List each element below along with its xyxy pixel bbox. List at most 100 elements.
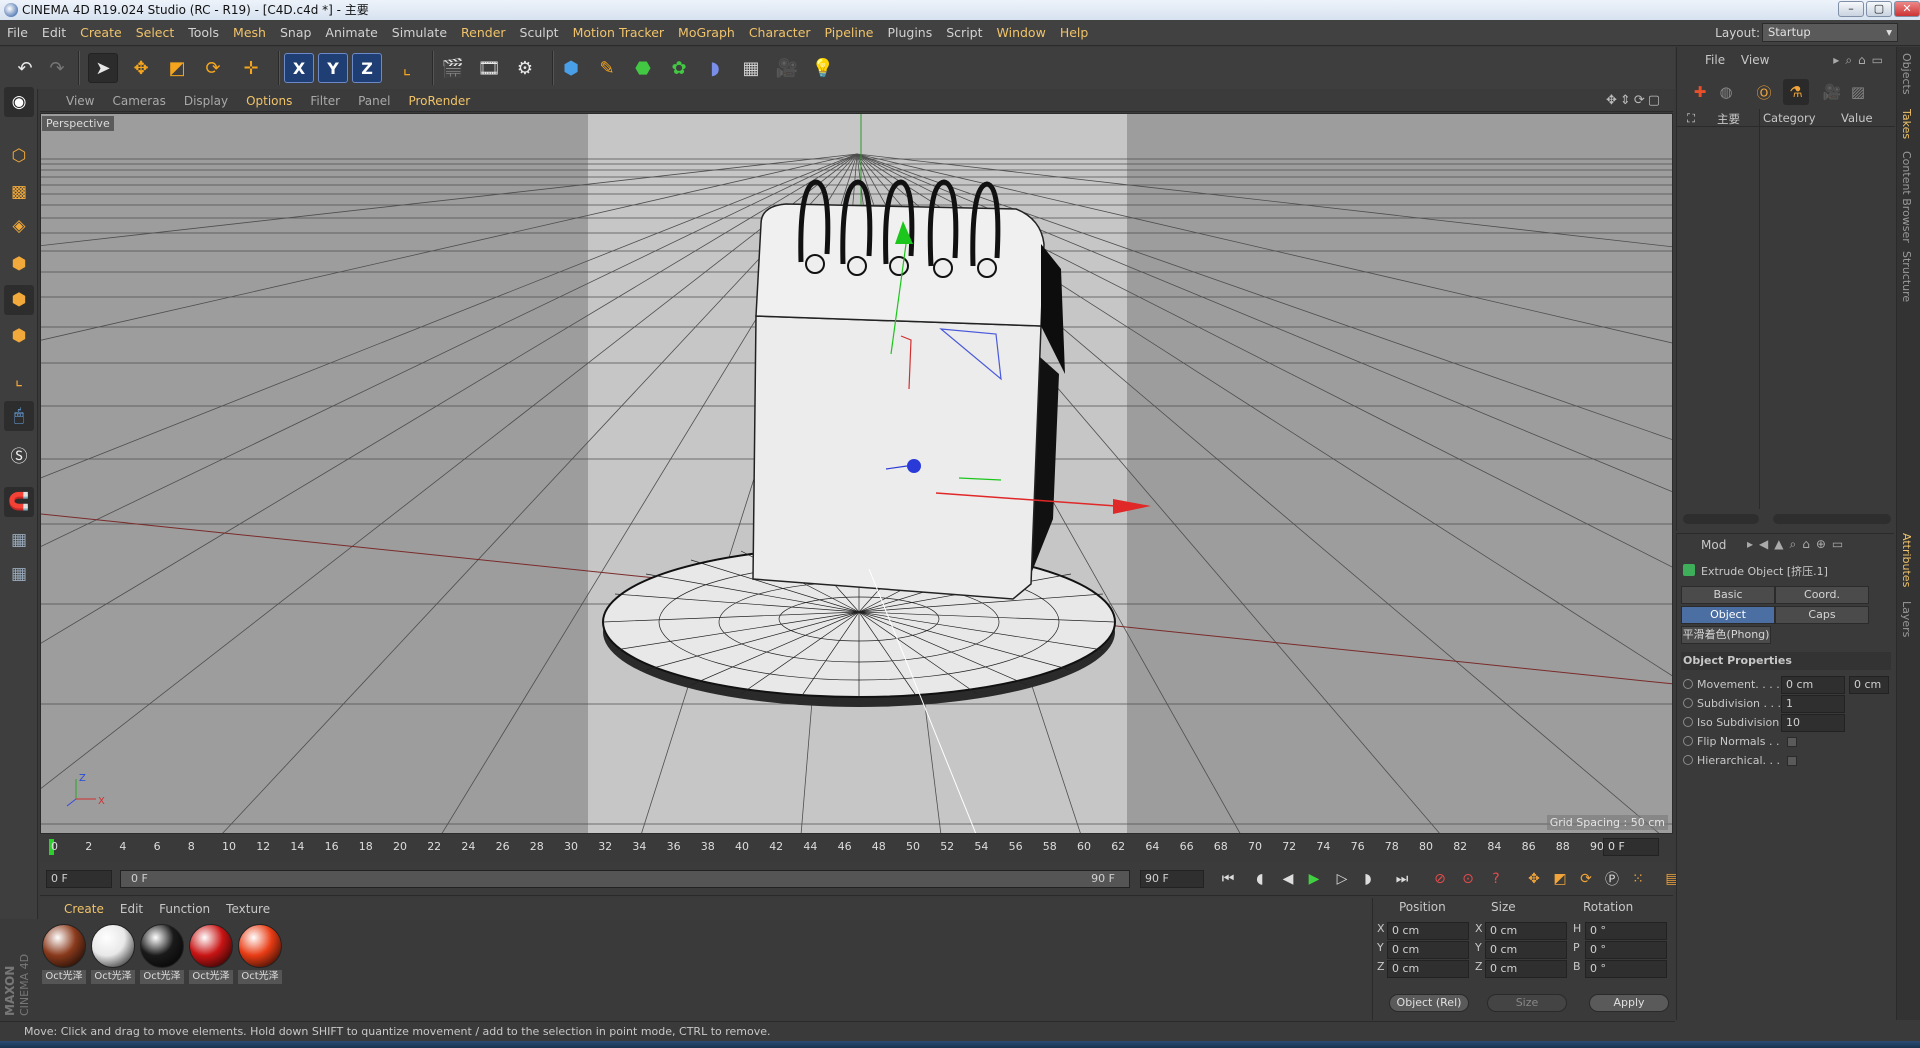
record-active-objects-icon[interactable]: ⊘ xyxy=(1428,868,1452,890)
lathe-icon[interactable]: ◍ xyxy=(1713,79,1739,105)
menu-character[interactable]: Character xyxy=(742,20,818,46)
property-checkbox[interactable] xyxy=(1787,737,1797,747)
position-field[interactable]: 0 cm xyxy=(1387,922,1469,940)
object-menu-view[interactable]: View xyxy=(1741,53,1769,67)
animate-toggle-icon[interactable] xyxy=(1683,717,1693,727)
pen-spline-icon[interactable]: ✎ xyxy=(592,53,622,83)
tab-basic[interactable]: Basic xyxy=(1681,586,1775,604)
rotation-field[interactable]: 0 ° xyxy=(1585,941,1667,959)
position-field[interactable]: 0 cm xyxy=(1387,960,1469,978)
next-key-icon[interactable]: ◗ xyxy=(1356,868,1380,890)
viewport-menu-filter[interactable]: Filter xyxy=(301,90,349,112)
viewport-menu-options[interactable]: Options xyxy=(237,90,301,112)
deformer-icon[interactable]: ◗ xyxy=(700,53,730,83)
cloner-icon[interactable]: ✿ xyxy=(664,53,694,83)
model-mode-icon[interactable]: ⬡ xyxy=(4,141,34,171)
horizontal-scrollbar-right[interactable] xyxy=(1773,514,1891,524)
apply-button[interactable]: Apply xyxy=(1589,994,1669,1012)
side-tab-structure[interactable]: Structure xyxy=(1900,251,1913,302)
menu-mograph[interactable]: MoGraph xyxy=(671,20,742,46)
menu-create[interactable]: Create xyxy=(73,20,129,46)
tab-coord[interactable]: Coord. xyxy=(1775,586,1869,604)
previous-frame-icon[interactable]: ◀ xyxy=(1276,868,1300,890)
x-axis-lock-icon[interactable]: X xyxy=(284,53,314,83)
side-tab-attributes[interactable]: Attributes xyxy=(1900,533,1913,587)
rotate-tool-icon[interactable]: ⟳ xyxy=(198,53,228,83)
menu-snap[interactable]: Snap xyxy=(273,20,318,46)
record-position-icon[interactable]: ✥ xyxy=(1522,868,1546,890)
make-editable-icon[interactable]: ◉ xyxy=(4,87,34,117)
side-tab-content-browser[interactable]: Content Browser xyxy=(1900,151,1913,243)
render-picture-viewer-icon[interactable]: 🎞 xyxy=(474,53,504,83)
attribute-nav-icons[interactable]: ▸◀▲⌕⌂⊕▭ xyxy=(1747,537,1849,552)
undo-icon[interactable]: ↶ xyxy=(10,53,40,83)
size-field[interactable]: 0 cm xyxy=(1485,922,1567,940)
menu-motion-tracker[interactable]: Motion Tracker xyxy=(566,20,671,46)
z-axis-handle[interactable] xyxy=(907,459,921,473)
viewport-menu-display[interactable]: Display xyxy=(175,90,237,112)
symmetry-icon[interactable]: ▦ xyxy=(4,559,34,589)
menu-animate[interactable]: Animate xyxy=(318,20,384,46)
material-menu-edit[interactable]: Edit xyxy=(112,898,151,920)
go-to-start-icon[interactable]: ⏮ xyxy=(1216,868,1240,890)
material-swatch[interactable]: Oct光泽 xyxy=(42,924,86,986)
viewport-menu-prorender[interactable]: ProRender xyxy=(399,90,479,112)
property-value-field[interactable]: 10 xyxy=(1781,714,1845,732)
floor-icon[interactable]: ▦ xyxy=(736,53,766,83)
menu-simulate[interactable]: Simulate xyxy=(385,20,454,46)
texture-mode-icon[interactable]: ▩ xyxy=(4,177,34,207)
menu-mesh[interactable]: Mesh xyxy=(226,20,273,46)
autokeying-icon[interactable]: ⊙ xyxy=(1456,868,1480,890)
points-mode-icon[interactable]: ⬢ xyxy=(4,249,34,279)
timeline-ruler[interactable]: 0 2 4 6 8 10 12 14 16 18 20 22 24 26 28 30 32 34 36 38 40 42 4… xyxy=(40,836,1673,860)
y-axis-lock-icon[interactable]: Y xyxy=(318,53,348,83)
play-icon[interactable]: ▶ xyxy=(1302,868,1326,890)
symmetry-object-icon[interactable]: ▨ xyxy=(1845,79,1871,105)
loft-icon[interactable]: ⚗ xyxy=(1783,79,1809,105)
edges-mode-icon[interactable]: ⬢ xyxy=(4,285,34,315)
menu-script[interactable]: Script xyxy=(939,20,989,46)
previous-key-icon[interactable]: ◖ xyxy=(1248,868,1272,890)
menu-sculpt[interactable]: Sculpt xyxy=(513,20,566,46)
menu-render[interactable]: Render xyxy=(454,20,513,46)
snap-icon[interactable]: 🧲 xyxy=(4,487,34,517)
minimize-button[interactable]: – xyxy=(1838,1,1864,17)
material-swatch[interactable]: Oct光泽 xyxy=(189,924,233,986)
scale-tool-icon[interactable]: ◩ xyxy=(162,53,192,83)
record-scale-icon[interactable]: ◩ xyxy=(1548,868,1572,890)
menu-tools[interactable]: Tools xyxy=(181,20,226,46)
viewport-menu-cameras[interactable]: Cameras xyxy=(103,90,174,112)
cube-primitive-icon[interactable]: ⬢ xyxy=(556,53,586,83)
side-tab-takes[interactable]: Takes xyxy=(1900,109,1913,139)
menu-file[interactable]: File xyxy=(0,20,35,46)
viewport-navigation-icons[interactable]: ✥⇕⟳▢ xyxy=(1606,93,1663,108)
redo-icon[interactable]: ↷ xyxy=(42,53,72,83)
material-menu-function[interactable]: Function xyxy=(151,898,218,920)
close-button[interactable]: ✕ xyxy=(1894,1,1920,17)
current-frame-field[interactable]: 0 F xyxy=(1603,838,1659,856)
next-frame-icon[interactable]: ▷ xyxy=(1330,868,1354,890)
tab-object[interactable]: Object xyxy=(1681,606,1775,624)
menu-help[interactable]: Help xyxy=(1053,20,1096,46)
menu-window[interactable]: Window xyxy=(990,20,1053,46)
material-swatch[interactable]: Oct光泽 xyxy=(140,924,184,986)
property-value-field[interactable]: 0 cm xyxy=(1781,676,1845,694)
horizontal-scrollbar-left[interactable] xyxy=(1683,514,1759,524)
animate-toggle-icon[interactable] xyxy=(1683,698,1693,708)
camera-icon[interactable]: 🎥 xyxy=(772,53,802,83)
sweep-icon[interactable]: Ⓞ xyxy=(1751,79,1777,105)
property-value-field[interactable]: 1 xyxy=(1781,695,1845,713)
record-rotation-icon[interactable]: ⟳ xyxy=(1574,868,1598,890)
light-icon[interactable]: 💡 xyxy=(808,53,838,83)
3d-viewport[interactable]: Z X Grid Spacing : 50 cm xyxy=(40,113,1673,834)
property-checkbox[interactable] xyxy=(1787,756,1797,766)
boole-icon[interactable]: 🎥 xyxy=(1819,79,1845,105)
subdivision-surface-icon[interactable]: ⬣ xyxy=(628,53,658,83)
menu-plugins[interactable]: Plugins xyxy=(880,20,939,46)
material-menu-create[interactable]: Create xyxy=(40,898,112,920)
polygons-mode-icon[interactable]: ⬢ xyxy=(4,321,34,351)
axis-mode-icon[interactable]: ⌞ xyxy=(4,365,34,395)
maximize-button[interactable]: ▢ xyxy=(1866,1,1892,17)
position-field[interactable]: 0 cm xyxy=(1387,941,1469,959)
workplane-lock-icon[interactable]: ▦ xyxy=(4,525,34,555)
